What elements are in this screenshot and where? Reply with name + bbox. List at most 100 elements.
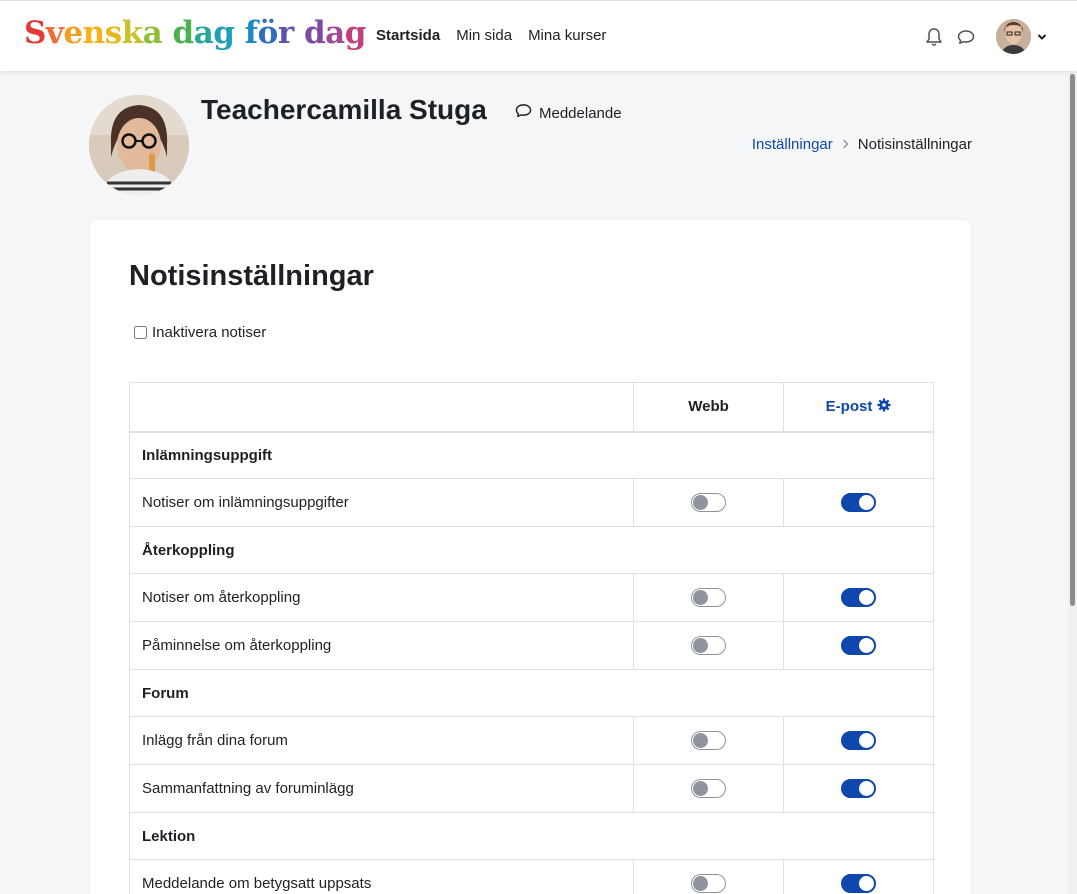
disable-notifications-checkbox[interactable]: [134, 326, 147, 339]
disable-notifications-label: Inaktivera notiser: [152, 324, 267, 341]
web-toggle-cell: [633, 478, 784, 527]
email-toggle-cell: [783, 859, 934, 894]
logo-letter: n: [82, 15, 106, 51]
table-row: Inlägg från dina forum: [129, 716, 934, 765]
web-toggle-cell: [633, 859, 784, 894]
nav-home[interactable]: Startsida: [376, 27, 440, 44]
avatar: [996, 19, 1031, 54]
web-toggle-cell: [633, 764, 784, 813]
top-navbar: Svenska dag för dag Startsida Min sida M…: [0, 0, 1077, 71]
chat-icon[interactable]: [957, 28, 975, 46]
toggle-knob: [693, 876, 708, 891]
web-toggle-switch[interactable]: [691, 779, 726, 798]
web-toggle-switch[interactable]: [691, 588, 726, 607]
web-toggle-cell: [633, 716, 784, 765]
chevron-right-icon: [842, 137, 849, 152]
toggle-knob: [693, 495, 708, 510]
group-heading: Inlämningsuppgift: [129, 431, 934, 479]
disable-notifications-option[interactable]: Inaktivera notiser: [134, 324, 266, 341]
email-toggle-cell: [783, 764, 934, 813]
preference-label: Påminnelse om återkoppling: [129, 621, 634, 670]
group-heading: Lektion: [129, 812, 934, 860]
email-toggle-cell: [783, 621, 934, 670]
scrollbar-thumb[interactable]: [1070, 74, 1075, 606]
primary-navigation: Startsida Min sida Mina kurser: [376, 27, 606, 44]
toggle-knob: [859, 638, 874, 653]
logo-letter: a: [325, 15, 345, 51]
logo-letter: S: [24, 15, 46, 51]
notification-preferences-table: Webb E-post Inlämningsuppgift Notiser om…: [129, 382, 934, 894]
message-button-label: Meddelande: [539, 104, 622, 122]
logo-letter: d: [303, 15, 326, 51]
nav-my-courses[interactable]: Mina kurser: [528, 27, 606, 44]
message-user-button[interactable]: Meddelande: [515, 103, 622, 123]
group-heading: Forum: [129, 669, 934, 717]
site-logo[interactable]: Svenska dag för dag: [24, 15, 366, 51]
logo-letter: g: [213, 15, 235, 51]
table-header-blank: [129, 382, 634, 433]
notification-preferences-card: Notisinställningar Inaktivera notiser We…: [89, 219, 972, 894]
column-header-email: E-post: [783, 382, 934, 433]
email-toggle-switch[interactable]: [841, 636, 876, 655]
email-toggle-switch[interactable]: [841, 731, 876, 750]
user-menu[interactable]: [996, 19, 1047, 54]
logo-letter: e: [63, 15, 83, 51]
web-toggle-switch[interactable]: [691, 493, 726, 512]
email-settings-link[interactable]: E-post: [826, 398, 892, 416]
table-group-row: Forum: [129, 669, 934, 717]
table-group-row: Inlämningsuppgift: [129, 431, 934, 479]
logo-letter: [234, 15, 244, 51]
web-toggle-cell: [633, 573, 784, 622]
page-scrollbar[interactable]: [1068, 72, 1077, 894]
breadcrumb: Inställningar Notisinställningar: [752, 136, 972, 153]
email-toggle-switch[interactable]: [841, 874, 876, 893]
email-toggle-switch[interactable]: [841, 493, 876, 512]
email-toggle-cell: [783, 478, 934, 527]
email-toggle-switch[interactable]: [841, 779, 876, 798]
table-row: Notiser om inlämningsuppgifter: [129, 478, 934, 527]
breadcrumb-settings-link[interactable]: Inställningar: [752, 136, 833, 153]
nav-dashboard[interactable]: Min sida: [456, 27, 512, 44]
toggle-knob: [859, 733, 874, 748]
web-toggle-switch[interactable]: [691, 636, 726, 655]
nav-icon-group: [925, 27, 975, 47]
column-header-web: Webb: [633, 382, 784, 433]
table-group-row: Återkoppling: [129, 526, 934, 574]
table-group-row: Lektion: [129, 812, 934, 860]
web-toggle-switch[interactable]: [691, 874, 726, 893]
preferences-table-body: Inlämningsuppgift Notiser om inlämningsup…: [129, 431, 934, 894]
email-column-label: E-post: [825, 398, 873, 416]
logo-letter: g: [344, 15, 367, 51]
preference-label: Inlägg från dina forum: [129, 716, 634, 765]
toggle-knob: [693, 590, 708, 605]
gear-icon: [877, 398, 891, 416]
breadcrumb-current: Notisinställningar: [857, 136, 972, 153]
preference-label: Sammanfattning av foruminlägg: [129, 764, 634, 813]
table-row: Notiser om återkoppling: [129, 573, 934, 622]
toggle-knob: [693, 638, 708, 653]
table-header-row: Webb E-post: [129, 382, 934, 433]
preference-label: Notiser om återkoppling: [129, 573, 634, 622]
logo-letter: [294, 15, 304, 51]
logo-letter: d: [172, 15, 195, 51]
profile-name: Teachercamilla Stuga: [201, 94, 487, 125]
logo-letter: a: [142, 15, 163, 51]
table-row: Meddelande om betygsatt uppsats: [129, 859, 934, 894]
table-row: Sammanfattning av foruminlägg: [129, 764, 934, 813]
web-toggle-cell: [633, 621, 784, 670]
preference-label: Meddelande om betygsatt uppsats: [129, 859, 634, 894]
group-heading: Återkoppling: [129, 526, 934, 574]
logo-letter: [162, 15, 172, 51]
table-row: Påminnelse om återkoppling: [129, 621, 934, 670]
toggle-knob: [859, 876, 874, 891]
email-toggle-switch[interactable]: [841, 588, 876, 607]
logo-letter: a: [193, 15, 214, 51]
logo-letter: s: [104, 15, 122, 51]
profile-picture: [89, 95, 189, 195]
logo-letter: r: [277, 15, 294, 51]
toggle-knob: [693, 733, 708, 748]
toggle-knob: [693, 781, 708, 796]
bell-icon[interactable]: [925, 27, 943, 47]
web-toggle-switch[interactable]: [691, 731, 726, 750]
toggle-knob: [859, 590, 874, 605]
